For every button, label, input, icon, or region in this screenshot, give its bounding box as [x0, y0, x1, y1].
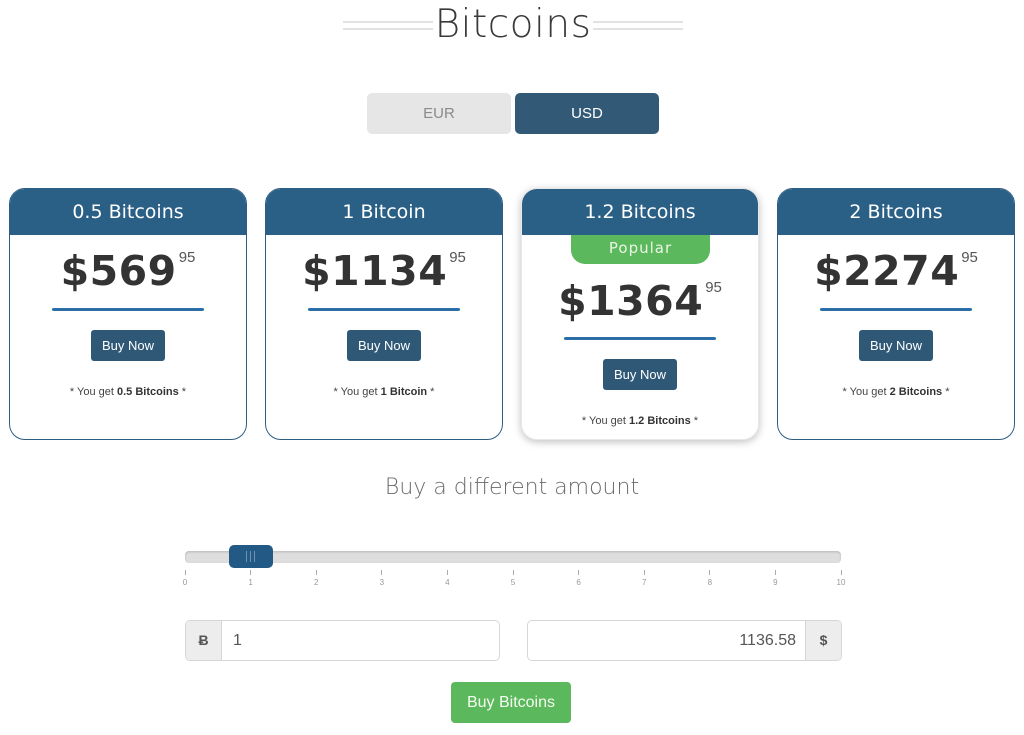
- note-amount: 1.2 Bitcoins: [629, 415, 691, 427]
- price-cents: 95: [961, 249, 978, 266]
- currency-usd-button[interactable]: USD: [515, 93, 659, 134]
- tick-mark: [512, 570, 514, 575]
- price-main: $2274: [814, 247, 960, 295]
- plan-price: $1134 95: [266, 247, 502, 295]
- note-amount: 1 Bitcoin: [380, 386, 428, 398]
- plan-note: * You get 1 Bitcoin *: [266, 386, 502, 398]
- plan-price: $569 95: [10, 247, 246, 295]
- tick-mark: [840, 570, 842, 575]
- currency-eur-button[interactable]: EUR: [367, 93, 511, 134]
- currency-toggle: EUR USD: [367, 93, 659, 134]
- title-decoration-left: [343, 21, 433, 30]
- slider-tick: 2: [306, 570, 326, 587]
- slider-tick: 7: [634, 570, 654, 587]
- plan-title: 0.5 Bitcoins: [10, 189, 246, 235]
- note-suffix: *: [427, 386, 435, 398]
- bitcoin-icon: Ƀ: [186, 621, 222, 660]
- note-suffix: *: [942, 386, 950, 398]
- plan-card-0-5: 0.5 Bitcoins $569 95 Buy Now * You get 0.…: [9, 188, 247, 440]
- tick-label: 6: [576, 578, 581, 587]
- tick-label: 5: [510, 578, 516, 587]
- buy-now-button[interactable]: Buy Now: [347, 330, 421, 361]
- price-cents: 95: [178, 249, 196, 266]
- plan-note: * You get 1.2 Bitcoins *: [522, 415, 758, 427]
- page-header: Bitcoins: [0, 0, 1024, 55]
- price-divider: [820, 308, 972, 311]
- slider-tick: 9: [765, 570, 785, 587]
- price-main: $1364: [558, 277, 704, 325]
- tick-mark: [446, 570, 448, 575]
- price-main: $1134: [302, 247, 448, 295]
- plan-price: $2274 95: [778, 247, 1014, 295]
- tick-mark: [643, 570, 645, 575]
- plan-title: 1 Bitcoin: [266, 189, 502, 235]
- popular-badge: Popular: [571, 235, 710, 264]
- plan-card-1-2-popular: 1.2 Bitcoins Popular $1364 95 Buy Now * Y…: [521, 188, 759, 440]
- tick-mark: [250, 570, 252, 575]
- dollar-icon: $: [805, 621, 841, 660]
- buy-bitcoins-button[interactable]: Buy Bitcoins: [451, 682, 571, 723]
- slider-tick: 3: [372, 570, 392, 587]
- grip-line: [253, 551, 255, 562]
- note-suffix: *: [178, 386, 187, 398]
- plan-title: 2 Bitcoins: [778, 189, 1014, 235]
- tick-label: 3: [379, 578, 385, 587]
- tick-label: 9: [773, 578, 778, 587]
- plan-note: * You get 2 Bitcoins *: [778, 386, 1014, 398]
- tick-label: 10: [836, 578, 846, 587]
- price-divider: [52, 308, 204, 311]
- price-divider: [308, 308, 460, 311]
- note-suffix: *: [690, 415, 699, 427]
- note-amount: 0.5 Bitcoins: [117, 386, 179, 398]
- tick-mark: [184, 570, 186, 575]
- grip-line: [249, 551, 251, 562]
- tick-label: 1: [248, 578, 253, 587]
- buy-now-button[interactable]: Buy Now: [91, 330, 165, 361]
- amount-slider[interactable]: [185, 545, 841, 568]
- slider-tick: 1: [241, 570, 261, 587]
- grip-line: [245, 551, 247, 562]
- tick-mark: [774, 570, 776, 575]
- tick-label: 0: [182, 578, 188, 587]
- tick-mark: [315, 570, 317, 575]
- plan-price: $1364 95: [522, 277, 758, 325]
- price-divider: [564, 337, 716, 340]
- note-prefix: * You get: [581, 415, 629, 427]
- slider-tick: 6: [569, 570, 589, 587]
- plan-card-1: 1 Bitcoin $1134 95 Buy Now * You get 1 Bi…: [265, 188, 503, 440]
- usd-amount-input[interactable]: [538, 621, 796, 660]
- page-title: Bitcoins: [434, 2, 592, 47]
- slider-tick: 0: [175, 570, 195, 587]
- tick-mark: [709, 570, 711, 575]
- slider-tick: 8: [700, 570, 720, 587]
- buy-now-button[interactable]: Buy Now: [859, 330, 933, 361]
- slider-tick: 5: [503, 570, 523, 587]
- slider-tick: 10: [831, 570, 851, 587]
- price-cents: 95: [705, 279, 722, 296]
- tick-label: 8: [707, 578, 713, 587]
- usd-input-group: $: [527, 620, 842, 661]
- slider-track[interactable]: [185, 551, 841, 563]
- tick-label: 7: [641, 578, 647, 587]
- slider-handle[interactable]: [228, 545, 273, 568]
- plan-title: 1.2 Bitcoins: [522, 189, 758, 235]
- tick-mark: [578, 570, 580, 575]
- tick-mark: [381, 570, 383, 575]
- note-prefix: * You get: [69, 386, 117, 398]
- note-amount: 2 Bitcoins: [889, 386, 943, 398]
- btc-amount-input[interactable]: [233, 621, 493, 660]
- title-decoration-right: [593, 21, 683, 30]
- tick-label: 4: [445, 578, 450, 587]
- section-subtitle: Buy a different amount: [384, 475, 640, 500]
- plan-card-2: 2 Bitcoins $2274 95 Buy Now * You get 2 B…: [777, 188, 1015, 440]
- buy-now-button[interactable]: Buy Now: [603, 359, 677, 390]
- price-main: $569: [60, 247, 177, 295]
- price-cents: 95: [449, 249, 466, 266]
- btc-input-group: Ƀ: [185, 620, 500, 661]
- tick-label: 2: [313, 578, 319, 587]
- plan-note: * You get 0.5 Bitcoins *: [10, 386, 246, 398]
- note-prefix: * You get: [333, 386, 381, 398]
- note-prefix: * You get: [842, 386, 890, 398]
- slider-tick: 4: [437, 570, 457, 587]
